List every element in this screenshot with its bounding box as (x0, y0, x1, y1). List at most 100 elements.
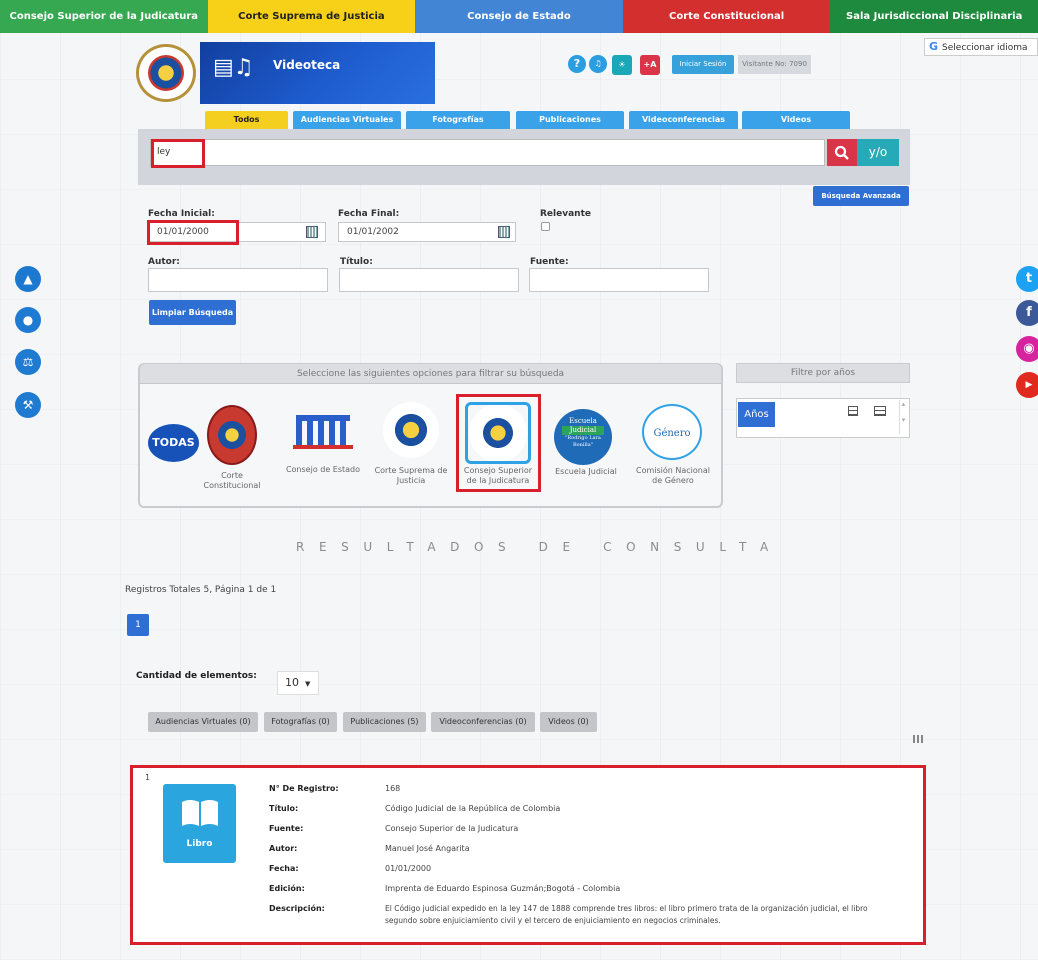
login-button[interactable]: Iniciar Sesión (672, 55, 734, 74)
lightbulb-icon[interactable]: ☀ (612, 55, 632, 75)
field-fuente-label: Fuente: (269, 824, 304, 833)
nav-sala-disciplinaria[interactable]: Sala Jurisdiccional Disciplinaria (830, 0, 1038, 33)
search-button[interactable] (827, 139, 857, 166)
visitor-counter: Visitante No: 7090 (738, 55, 811, 74)
category-tab-videos[interactable]: Videos (0) (540, 712, 597, 732)
consejo-estado-logo (296, 415, 350, 447)
field-registro-value: 168 (385, 784, 401, 793)
field-titulo-value[interactable]: Código Judicial de la República de Colom… (385, 804, 560, 813)
field-edicion-value: Imprenta de Eduardo Espinosa Guzmán;Bogo… (385, 884, 621, 893)
audience-icon[interactable]: ▲ (15, 266, 41, 292)
twitter-icon[interactable]: t (1016, 266, 1038, 292)
entity-comision-genero[interactable]: Género Comisión Nacional de Género (630, 402, 716, 492)
book-type-label: Libro (186, 839, 213, 849)
grid-view-icon[interactable] (913, 735, 923, 743)
items-per-page-select[interactable]: 10 ▼ (277, 671, 319, 695)
comision-genero-logo: Género (642, 404, 702, 460)
rama-judicial-seal[interactable] (136, 44, 196, 102)
logo-text: "Rodrigo Lara (565, 435, 601, 441)
years-scrollbar[interactable]: ▴ ▾ (899, 400, 907, 434)
highlight-search-query (151, 139, 205, 168)
volume-icon[interactable]: ♫ (589, 55, 607, 73)
category-tab-audiencias[interactable]: Audiencias Virtuales (0) (148, 712, 258, 732)
google-icon: G (929, 40, 939, 53)
youtube-icon[interactable]: ▶ (1016, 372, 1038, 398)
corte-suprema-logo (383, 402, 439, 458)
titulo-label: Título: (340, 257, 373, 267)
justice-scale-icon[interactable]: ⚖ (15, 349, 41, 375)
autor-input[interactable] (148, 268, 328, 292)
nav-corte-constitucional[interactable]: Corte Constitucional (622, 0, 831, 33)
videoteca-banner[interactable]: ▤♫ Videoteca (200, 42, 435, 104)
tab-fotografias[interactable]: Fotografías (406, 111, 510, 129)
logo-text: Escuela (569, 417, 597, 425)
highlight-consejo-superior (456, 394, 541, 492)
titulo-input[interactable] (339, 268, 519, 292)
calendar-icon[interactable] (498, 226, 510, 238)
field-registro-label: N° De Registro: (269, 784, 339, 793)
search-input[interactable]: ley (150, 139, 825, 166)
entity-escuela-judicial[interactable]: Escuela Judicial "Rodrigo Lara Bonilla" … (546, 405, 626, 485)
language-label: Seleccionar idioma (942, 43, 1028, 53)
entity-label: Consejo de Estado (285, 465, 361, 474)
entity-consejo-estado[interactable]: Consejo de Estado (283, 405, 363, 485)
list-view-icon[interactable] (848, 406, 858, 416)
facebook-icon[interactable]: f (1016, 300, 1038, 326)
media-icon: ▤♫ (213, 55, 254, 80)
field-fecha-label: Fecha: (269, 864, 299, 873)
relevante-checkbox[interactable] (541, 222, 550, 231)
open-book-icon (181, 800, 218, 826)
field-fecha-value: 01/01/2000 (385, 864, 432, 873)
field-descripcion-line2: segundo sobre enjuiciamiento civil y el … (385, 916, 721, 925)
top-nav: Consejo Superior de la Judicatura Corte … (0, 0, 1038, 33)
language-selector[interactable]: G Seleccionar idioma (924, 38, 1038, 56)
tab-todos[interactable]: Todos (205, 111, 288, 129)
entity-corte-suprema[interactable]: Corte Suprema de Justicia (370, 400, 452, 490)
todas-button[interactable]: TODAS (148, 424, 199, 462)
entity-label: Corte Suprema de (374, 466, 448, 475)
field-autor-value: Manuel José Angarita (385, 844, 470, 853)
entity-label: de Género (652, 476, 694, 485)
entity-label: Escuela Judicial (555, 467, 617, 476)
help-icon[interactable]: ? (568, 55, 586, 73)
category-tab-videoconferencias[interactable]: Videoconferencias (0) (431, 712, 535, 732)
escuela-judicial-logo: Escuela Judicial "Rodrigo Lara Bonilla" (554, 409, 612, 465)
tab-videos[interactable]: Videos (742, 111, 850, 129)
fecha-final-label: Fecha Final: (338, 209, 400, 219)
fuente-input[interactable] (529, 268, 709, 292)
and-or-button[interactable]: y/o (857, 139, 899, 166)
field-fuente-value: Consejo Superior de la Judicatura (385, 824, 519, 833)
category-tab-fotografias[interactable]: Fotografías (0) (264, 712, 337, 732)
checklist-icon[interactable] (874, 406, 886, 416)
result-index: 1 (145, 773, 151, 782)
banner-title: Videoteca (273, 58, 341, 72)
book-icon[interactable]: Libro (163, 784, 236, 863)
fuente-label: Fuente: (530, 257, 569, 267)
nav-consejo-estado[interactable]: Consejo de Estado (415, 0, 623, 33)
logo-text: Bonilla" (573, 442, 593, 448)
field-autor-label: Autor: (269, 844, 298, 853)
page-button-1[interactable]: 1 (127, 614, 149, 636)
calendar-icon[interactable] (306, 226, 318, 238)
entity-label: Corte (221, 471, 243, 480)
tab-videoconferencias[interactable]: Videoconferencias (629, 111, 738, 129)
tab-audiencias[interactable]: Audiencias Virtuales (293, 111, 401, 129)
nav-corte-suprema[interactable]: Corte Suprema de Justicia (207, 0, 416, 33)
instagram-icon[interactable]: ◉ (1016, 336, 1038, 362)
category-tab-publicaciones[interactable]: Publicaciones (5) (343, 712, 426, 732)
fecha-final-input[interactable]: 01/01/2002 (338, 222, 516, 242)
tab-publicaciones[interactable]: Publicaciones (516, 111, 624, 129)
field-titulo-label: Título: (269, 804, 299, 813)
nav-consejo-superior[interactable]: Consejo Superior de la Judicatura (0, 0, 208, 33)
clear-search-button[interactable]: Limpiar Búsqueda (149, 300, 236, 325)
gavel-icon[interactable]: ⚒ (15, 392, 41, 418)
years-button[interactable]: Años (738, 402, 775, 427)
corte-constitucional-logo (207, 405, 257, 465)
entity-corte-constitucional[interactable]: Corte Constitucional (196, 405, 268, 495)
items-per-page-label: Cantidad de elementos: (136, 671, 257, 681)
logo-text: Judicial (562, 426, 604, 435)
font-increase-button[interactable]: +A (640, 55, 660, 75)
user-icon[interactable]: ● (15, 307, 41, 333)
entity-label: Comisión Nacional (636, 466, 710, 475)
advanced-search-button[interactable]: Búsqueda Avanzada (813, 186, 909, 206)
